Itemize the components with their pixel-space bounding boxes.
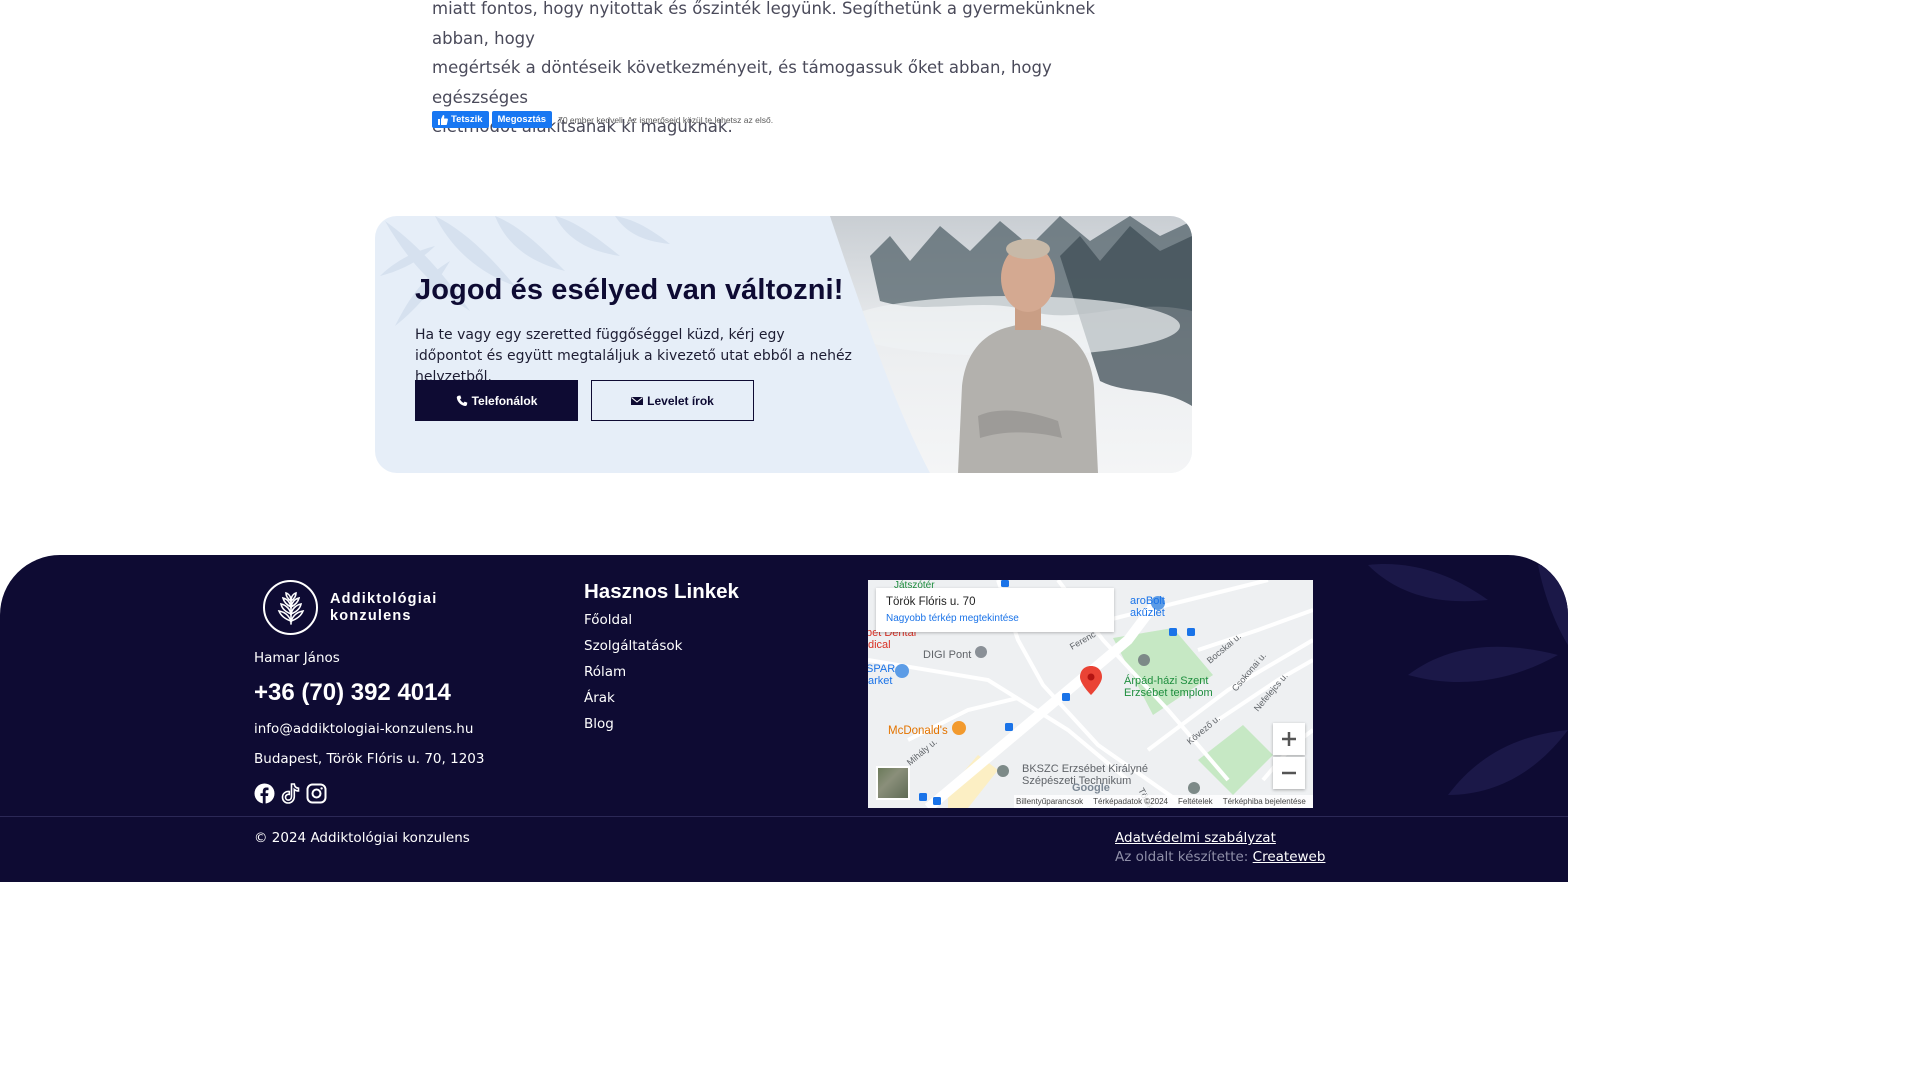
map-label-church-1: Árpád-házi Szent [1124, 674, 1208, 687]
map-label-mcdonalds: McDonald's [888, 725, 948, 737]
map-label-spar-2: arket [868, 675, 892, 687]
report-error-link[interactable]: Térképhiba bejelentése [1223, 797, 1306, 806]
instagram-icon[interactable] [306, 783, 327, 804]
counselor-photo [830, 216, 1192, 473]
plus-icon [1282, 732, 1296, 746]
google-logo: Google [1072, 782, 1110, 794]
satellite-toggle[interactable] [876, 766, 910, 800]
wheat-logo-icon [263, 580, 318, 635]
keyboard-shortcuts-link[interactable]: Billentyűparancsok [1016, 797, 1083, 806]
logo-line-1: Addiktológiai [330, 590, 438, 607]
map-label-spar-1: SPAR [868, 663, 895, 675]
logo-line-2: konzulens [330, 607, 412, 624]
like-label: Tetszik [451, 114, 483, 125]
zoom-out-button[interactable] [1273, 757, 1305, 789]
larger-map-link[interactable]: Nagyobb térkép megtekintése [886, 613, 1019, 624]
map-place-title: Török Flóris u. 70 [886, 596, 976, 608]
contact-phone[interactable]: +36 (70) 392 4014 [254, 679, 451, 707]
map-data-text: Térképadatok ©2024 [1093, 797, 1168, 806]
cta-card: Jogod és esélyed van változni! Ha te vag… [375, 216, 1192, 473]
map-attribution-bar: Billentyűparancsok Térképadatok ©2024 Fe… [1014, 795, 1313, 808]
cta-title: Jogod és esélyed van változni! [415, 274, 844, 306]
contact-name: Hamar János [254, 650, 340, 666]
cta-description: Ha te vagy egy szeretted függőséggel küz… [415, 327, 852, 385]
facebook-like-count: 70 ember kedveli. Az ismerőseid közül te… [558, 114, 774, 125]
google-map[interactable]: DIGI Pont Árpád-házi Szent Erzsébet temp… [868, 580, 1313, 808]
contact-email[interactable]: info@addiktologiai-konzulens.hu [254, 721, 473, 737]
map-label-arobolt-1: aroBolt [1130, 595, 1165, 607]
credit-prefix: Az oldalt készítette: [1115, 849, 1249, 865]
article-line: miatt fontos, hogy nyitottak és őszinték… [432, 0, 1096, 48]
site-credit: Az oldalt készítette: Createweb [1115, 849, 1325, 865]
footer-divider [0, 816, 1568, 817]
call-button[interactable]: Telefonálok [415, 380, 578, 421]
site-footer: Addiktológiai konzulens Hamar János +36 … [0, 555, 1568, 882]
facebook-share-button[interactable]: Megosztás [491, 111, 553, 128]
privacy-policy-link[interactable]: Adatvédelmi szabályzat [1115, 830, 1276, 846]
share-label: Megosztás [497, 114, 547, 125]
footer-link-blog[interactable]: Blog [584, 716, 614, 732]
map-label-church-2: Erzsébet templom [1124, 687, 1213, 699]
facebook-icon[interactable] [254, 783, 275, 804]
facebook-like-row: Tetszik Megosztás 70 ember kedveli. Az i… [432, 111, 773, 128]
call-button-label: Telefonálok [471, 393, 538, 408]
map-label-digi: DIGI Pont [923, 649, 971, 661]
copyright-text: © 2024 Addiktológiai konzulens [254, 830, 470, 846]
facebook-like-button[interactable]: Tetszik [432, 111, 489, 128]
map-label-dental-2: dical [868, 639, 891, 651]
footer-link-home[interactable]: Főoldal [584, 612, 632, 628]
zoom-in-button[interactable] [1273, 723, 1305, 755]
thumbs-up-icon [438, 114, 448, 125]
createweb-link[interactable]: Createweb [1253, 849, 1326, 865]
article-line: megértsék a döntéseik következményeit, é… [432, 58, 1052, 107]
footer-link-about[interactable]: Rólam [584, 664, 626, 680]
footer-logo[interactable]: Addiktológiai konzulens [263, 580, 437, 635]
useful-links-title: Hasznos Linkek [584, 580, 739, 603]
useful-links-list: Főoldal Szolgáltatások Rólam Árak Blog [584, 610, 683, 740]
email-button-label: Levelet írok [647, 393, 714, 408]
footer-link-prices[interactable]: Árak [584, 690, 615, 706]
phone-icon [456, 395, 467, 406]
envelope-icon [631, 396, 644, 405]
map-place-card: Török Flóris u. 70 Nagyobb térkép megtek… [876, 588, 1114, 632]
tiktok-icon[interactable] [280, 783, 301, 804]
terms-link[interactable]: Feltételek [1178, 797, 1213, 806]
minus-icon [1282, 771, 1296, 775]
email-button[interactable]: Levelet írok [591, 380, 754, 421]
contact-address: Budapest, Török Flóris u. 70, 1203 [254, 751, 485, 767]
footer-link-services[interactable]: Szolgáltatások [584, 638, 683, 654]
map-label-school-1: BKSZC Erzsébet Királyné [1022, 763, 1148, 775]
map-label-arobolt-2: akűzlet [1130, 607, 1165, 619]
social-links [254, 783, 327, 804]
